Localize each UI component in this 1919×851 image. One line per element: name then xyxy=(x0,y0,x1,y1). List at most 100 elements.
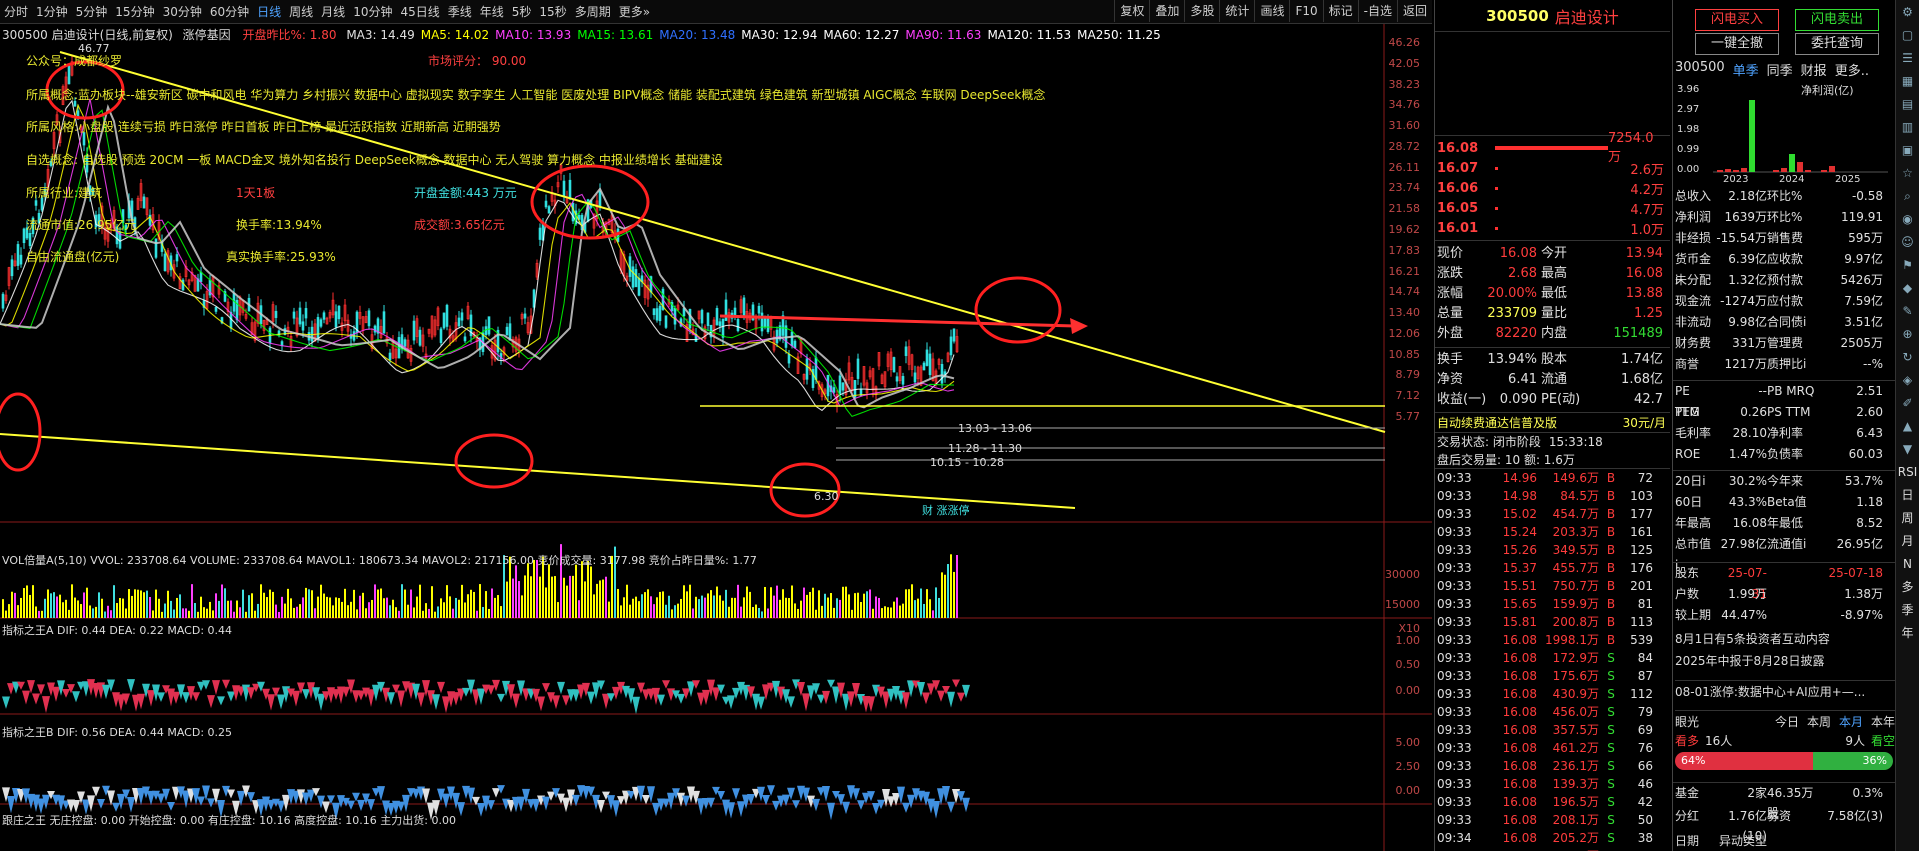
toolbar-button[interactable]: 统计 xyxy=(1219,0,1254,22)
refresh-icon[interactable]: ↻ xyxy=(1897,346,1919,368)
f10-tab[interactable]: 单季 xyxy=(1733,60,1759,79)
period-tab[interactable]: 30分钟 xyxy=(159,1,206,23)
f10-tab[interactable]: 更多.. xyxy=(1835,60,1869,79)
flash-sell-button[interactable]: 闪电卖出 xyxy=(1795,9,1879,31)
tick-list[interactable]: 09:33 14.96 149.6万 B 72 09:33 14.98 84.5万 B 103 09… xyxy=(1435,469,1670,851)
macd-a-glyph xyxy=(537,696,545,712)
volume-bar xyxy=(272,591,274,618)
macd-a-glyph xyxy=(562,695,570,706)
candle-body xyxy=(163,253,167,272)
period-tab[interactable]: 分时 xyxy=(0,1,32,23)
f10-cell: 44.47% xyxy=(1721,608,1767,622)
tick-cell: 81 xyxy=(1637,597,1653,611)
volume-bar xyxy=(11,591,13,618)
period-tab[interactable]: 多周期 xyxy=(571,1,615,23)
order-book-row[interactable]: 16.06 4.2万 xyxy=(1435,178,1670,198)
toolbar-button[interactable]: 标记 xyxy=(1322,0,1358,22)
period-tab[interactable]: 5秒 xyxy=(508,1,536,23)
side-label[interactable]: 季 xyxy=(1897,599,1919,621)
toolbar-button[interactable]: 返回 xyxy=(1396,0,1432,22)
price-axis-label: 23.74 xyxy=(1388,181,1421,195)
rsi-icon[interactable]: ◈ xyxy=(1897,369,1919,391)
news-item-2[interactable]: 2025年中报于8月28日披露 xyxy=(1675,652,1824,669)
toolbar-button[interactable]: -自选 xyxy=(1357,0,1397,22)
period-tab[interactable]: 45日线 xyxy=(396,1,443,23)
macd-b-glyph xyxy=(902,802,910,813)
period-tab[interactable]: 15秒 xyxy=(535,1,570,23)
doc-icon[interactable]: ▥ xyxy=(1897,116,1919,138)
tag-icon[interactable]: ◆ xyxy=(1897,277,1919,299)
zoom-icon[interactable]: ⊕ xyxy=(1897,323,1919,345)
period-tab[interactable]: 周线 xyxy=(285,1,317,23)
side-label[interactable]: 日 xyxy=(1897,484,1919,506)
order-query-button[interactable]: 委托查询 xyxy=(1795,33,1879,55)
quote-stat-cell: 16.08 xyxy=(1625,266,1663,281)
volume-bar xyxy=(215,593,217,618)
gear-icon[interactable]: ⚙ xyxy=(1897,1,1919,23)
toolbar-button[interactable]: 画线 xyxy=(1254,0,1289,22)
order-book-row[interactable]: 16.05 4.7万 xyxy=(1435,198,1670,218)
tick-row: 09:33 15.81 200.8万 B 113 xyxy=(1437,613,1670,631)
edit-icon[interactable]: ✐ xyxy=(1897,392,1919,414)
period-tab[interactable]: 5分钟 xyxy=(72,1,112,23)
f10-tab[interactable]: 财报 xyxy=(1801,60,1827,79)
toolbar-button[interactable]: F10 xyxy=(1289,0,1322,22)
f10-tab[interactable]: 300500 xyxy=(1675,60,1725,79)
eye-tab[interactable]: 本年 xyxy=(1871,713,1895,730)
period-tab[interactable]: 月线 xyxy=(317,1,349,23)
tick-cell: B xyxy=(1606,507,1616,521)
side-label[interactable]: 多 xyxy=(1897,576,1919,598)
eye-tab[interactable]: 本周 xyxy=(1807,713,1831,730)
quote-stats-2: 换手 13.94% 股本 1.74亿 净资 6.41 流通 1.68亿 收益(一) 0.090 PE… xyxy=(1435,348,1670,413)
news-item-1[interactable]: 8月1日有5条投资者互动内容 xyxy=(1675,630,1830,647)
toolbar-button[interactable]: 复权 xyxy=(1114,0,1149,22)
promo-bar[interactable]: 自动续费通达信普及版 30元/月 xyxy=(1435,413,1670,433)
price-axis-label: 12.06 xyxy=(1388,326,1421,340)
side-label[interactable]: N xyxy=(1897,553,1919,575)
eye-tab[interactable]: 今日 xyxy=(1775,713,1799,730)
period-tab[interactable]: 季线 xyxy=(444,1,476,23)
eye-tab[interactable]: 本月 xyxy=(1839,713,1863,730)
person-icon[interactable]: ☺ xyxy=(1897,231,1919,253)
cancel-all-button[interactable]: 一键全撤 xyxy=(1695,33,1779,55)
list-icon[interactable]: ☰ xyxy=(1897,47,1919,69)
period-tab[interactable]: 日线 xyxy=(253,1,285,23)
search-icon[interactable]: ⌕ xyxy=(1897,185,1919,207)
flash-buy-button[interactable]: 闪电买入 xyxy=(1695,9,1779,31)
window-icon[interactable]: ▢ xyxy=(1897,24,1919,46)
volume-bar xyxy=(413,607,415,618)
side-label[interactable]: 月 xyxy=(1897,530,1919,552)
period-tab[interactable]: 1分钟 xyxy=(32,1,72,23)
pen-icon[interactable]: ✎ xyxy=(1897,300,1919,322)
macd-a-glyph xyxy=(212,680,220,695)
side-label[interactable]: 周 xyxy=(1897,507,1919,529)
news-item-3[interactable]: 08-01涨停:数据中心+AI应用+—... xyxy=(1675,680,1895,700)
macd-b-glyph xyxy=(857,800,865,810)
order-book-row[interactable]: 16.07 2.6万 xyxy=(1435,158,1670,178)
side-label[interactable]: 年 xyxy=(1897,622,1919,644)
promo-price[interactable]: 30元/月 xyxy=(1623,413,1670,432)
flag-icon[interactable]: ⚑ xyxy=(1897,254,1919,276)
cart-icon[interactable]: ▣ xyxy=(1897,139,1919,161)
toolbar-button[interactable]: 叠加 xyxy=(1149,0,1184,22)
toolbar-button[interactable]: 多股 xyxy=(1184,0,1219,22)
side-label[interactable]: RSI xyxy=(1897,461,1919,483)
period-tab[interactable]: 年线 xyxy=(476,1,508,23)
promo-text[interactable]: 自动续费通达信普及版 xyxy=(1437,413,1557,432)
kline-chart-area[interactable]: 300500 启迪设计(日线,前复权) 涨停基因 开盘昨比%: 1.80 MA3… xyxy=(0,24,1432,851)
period-tab[interactable]: 15分钟 xyxy=(111,1,158,23)
period-tab[interactable]: 更多» xyxy=(615,1,654,23)
f10-tab[interactable]: 同季 xyxy=(1767,60,1793,79)
period-tab[interactable]: 60分钟 xyxy=(206,1,253,23)
chart-icon[interactable]: ▤ xyxy=(1897,93,1919,115)
volume-bar xyxy=(485,591,487,618)
grid-icon[interactable]: ▦ xyxy=(1897,70,1919,92)
bell-icon[interactable]: ◉ xyxy=(1897,208,1919,230)
volume-bar xyxy=(566,585,568,618)
order-book-row[interactable]: 16.08 7254.0万 xyxy=(1435,131,1670,165)
star-icon[interactable]: ☆ xyxy=(1897,162,1919,184)
down-icon[interactable]: ▼ xyxy=(1897,438,1919,460)
up-icon[interactable]: ▲ xyxy=(1897,415,1919,437)
period-tab[interactable]: 10分钟 xyxy=(349,1,396,23)
order-book-row[interactable]: 16.01 1.0万 xyxy=(1435,218,1670,238)
